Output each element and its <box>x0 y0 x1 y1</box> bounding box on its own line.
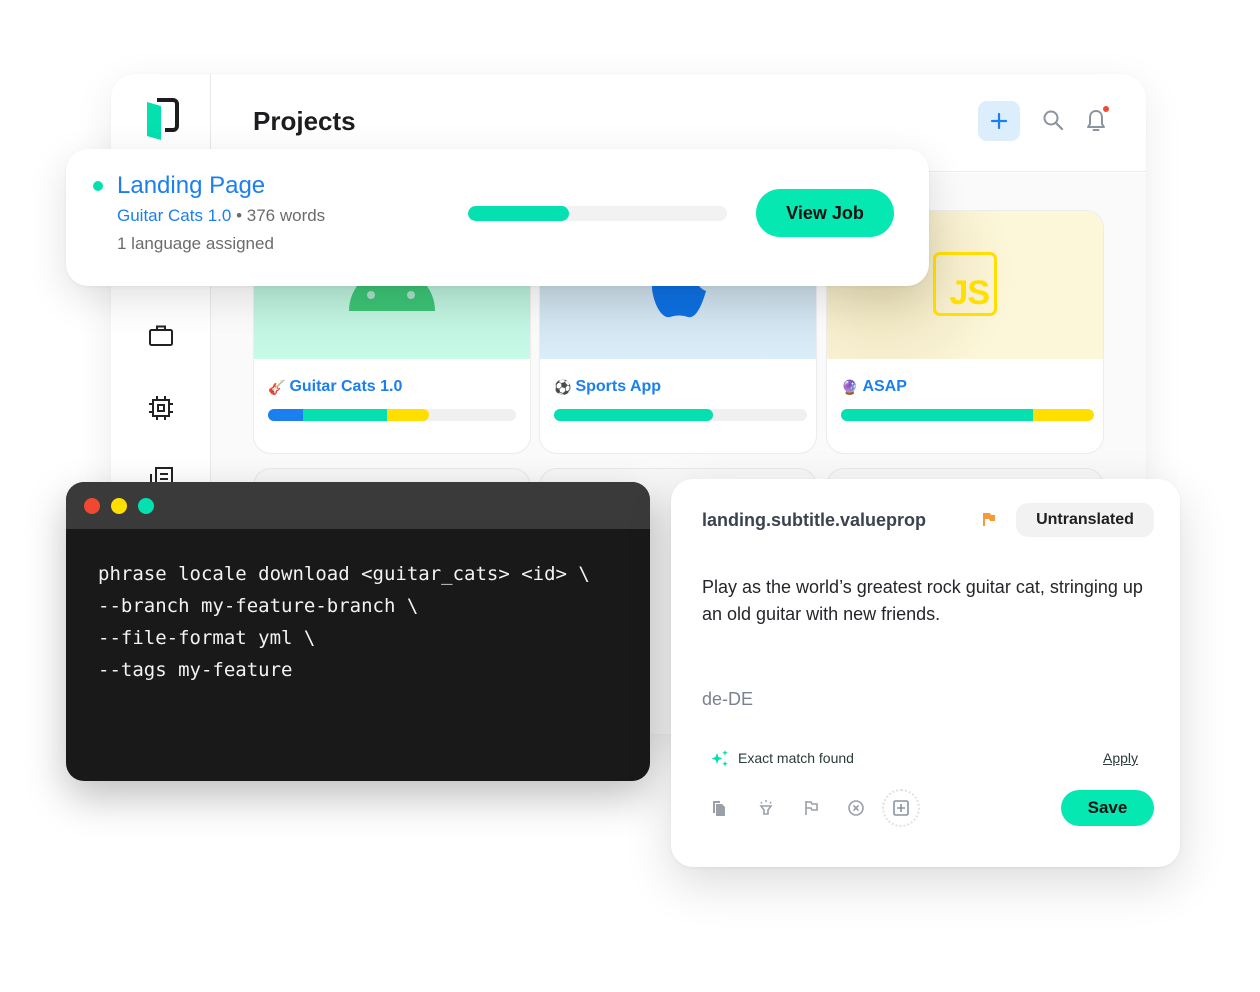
logo-icon <box>147 98 179 140</box>
close-window-dot[interactable] <box>84 498 100 514</box>
progress-segment <box>268 409 303 421</box>
job-languages: 1 language assigned <box>117 234 274 253</box>
add-button[interactable] <box>882 789 920 827</box>
translation-key: landing.subtitle.valueprop <box>702 510 927 530</box>
flag-outline-icon <box>805 801 818 815</box>
project-name-link[interactable]: 🎸 Guitar Cats 1.0 <box>268 378 402 396</box>
progress-segment <box>841 409 1034 421</box>
add-square-icon <box>893 800 909 816</box>
suggestion-notice: Exact match found <box>711 749 854 767</box>
copy-icon <box>713 801 725 816</box>
sparkle-icon <box>711 750 728 767</box>
notification-badge <box>1103 106 1109 112</box>
notifications-button[interactable] <box>1085 106 1109 134</box>
job-status-dot <box>93 181 103 191</box>
close-circle-icon <box>848 800 864 816</box>
terminal-output: phrase locale download <guitar_cats> <id… <box>98 558 590 686</box>
briefcase-icon[interactable] <box>147 322 175 350</box>
save-button[interactable]: Save <box>1061 790 1154 826</box>
project-name: Guitar Cats 1.0 <box>289 378 403 395</box>
maximize-window-dot[interactable] <box>138 498 154 514</box>
copy-source-button[interactable] <box>707 796 731 820</box>
job-progress-fill <box>468 206 569 221</box>
job-title-link[interactable]: Landing Page <box>117 172 265 200</box>
project-name: Sports App <box>575 378 662 395</box>
project-progress-bar <box>554 409 807 421</box>
terminal-window: phrase locale download <guitar_cats> <id… <box>66 482 650 781</box>
project-progress-bar <box>841 409 1094 421</box>
js-logo-icon: JS <box>933 252 997 316</box>
page-title: Projects <box>253 106 356 136</box>
guitar-icon: 🎸 <box>268 378 286 395</box>
bell-icon <box>1087 110 1105 131</box>
lightbulb-icon <box>759 800 773 815</box>
target-locale-input[interactable]: de-DE <box>702 689 753 710</box>
progress-segment <box>554 409 714 421</box>
soccer-ball-icon: ⚽ <box>554 378 572 395</box>
terminal-line: phrase locale download <guitar_cats> <id… <box>98 563 590 585</box>
status-badge: Untranslated <box>1016 503 1154 537</box>
terminal-line: --branch my-feature-branch \ <box>98 595 419 617</box>
suggestion-text: Exact match found <box>738 750 854 766</box>
plus-icon <box>990 112 1008 130</box>
flag-button[interactable] <box>799 796 823 820</box>
flag-icon[interactable] <box>982 512 996 526</box>
job-card: Landing Page Guitar Cats 1.0 • 376 words… <box>66 149 929 286</box>
js-logo-text: JS <box>949 274 990 312</box>
progress-segment <box>302 409 388 421</box>
project-name-link[interactable]: 🔮 ASAP <box>841 378 907 396</box>
view-job-button[interactable]: View Job <box>756 189 894 237</box>
suggestions-button[interactable] <box>754 796 778 820</box>
add-project-button[interactable] <box>978 101 1020 141</box>
job-project-link[interactable]: Guitar Cats 1.0 <box>117 206 231 225</box>
project-name-link[interactable]: ⚽ Sports App <box>554 378 661 396</box>
meta-separator: • <box>236 206 243 225</box>
terminal-line: --tags my-feature <box>98 659 293 681</box>
terminal-titlebar <box>66 482 650 529</box>
job-word-count: 376 words <box>246 206 326 225</box>
chip-icon[interactable] <box>147 394 175 422</box>
translation-editor-card: landing.subtitle.valueprop Untranslated … <box>671 479 1180 867</box>
crystal-ball-icon: 🔮 <box>841 378 859 395</box>
source-text: Play as the world’s greatest rock guitar… <box>702 577 1143 624</box>
project-progress-bar <box>268 409 516 421</box>
progress-segment <box>1033 409 1094 421</box>
job-meta: Guitar Cats 1.0 • 376 words <box>117 206 325 226</box>
apply-suggestion-link[interactable]: Apply <box>1103 750 1138 766</box>
progress-segment <box>387 409 430 421</box>
minimize-window-dot[interactable] <box>111 498 127 514</box>
job-progress-bar <box>468 206 727 221</box>
clear-button[interactable] <box>844 796 868 820</box>
terminal-line: --file-format yml \ <box>98 627 316 649</box>
project-name: ASAP <box>862 378 907 395</box>
search-icon[interactable] <box>1042 109 1064 131</box>
